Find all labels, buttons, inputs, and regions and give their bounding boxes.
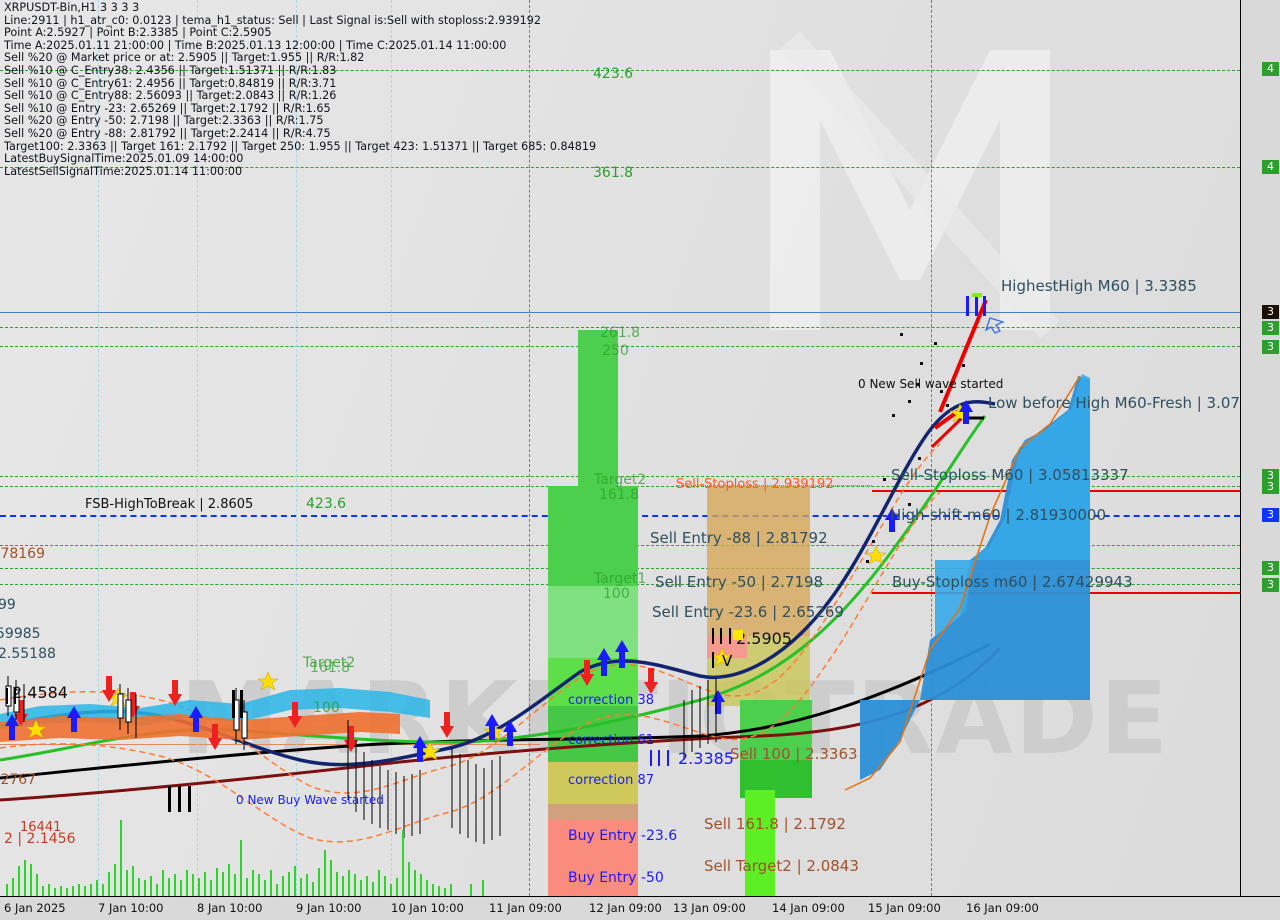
- price-tag-1[interactable]: 4: [1262, 160, 1279, 174]
- price-tag-4[interactable]: 3: [1262, 340, 1279, 354]
- label-clip-2-55188: 2.55188: [0, 646, 56, 662]
- time-tick-7: 13 Jan 09:00: [673, 901, 746, 915]
- time-tick-2: 8 Jan 10:00: [197, 901, 263, 915]
- info-line-1: Point A:2.5927 | Point B:2.3385 | Point …: [4, 26, 272, 40]
- info-line-12: LatestSellSignalTime:2025.01.14 11:00:00: [4, 164, 243, 178]
- label-clip-99: 99: [0, 597, 16, 613]
- chart-plot-area[interactable]: MARKETIQTRADE 423.6 361.8 261.8 250 423.…: [0, 0, 1240, 896]
- price-tag-2[interactable]: 3: [1262, 305, 1279, 319]
- price-tag-7[interactable]: 3: [1262, 508, 1279, 522]
- price-tag-9[interactable]: 3: [1262, 578, 1279, 592]
- price-scale[interactable]: 4 4 3 3 3 3 3 3 3 3: [1240, 0, 1280, 896]
- cursor-arrow-icon: [984, 317, 1005, 334]
- time-tick-3: 9 Jan 10:00: [296, 901, 362, 915]
- info-line-11: LatestBuySignalTime:2025.01.09 14:00:00: [4, 152, 244, 166]
- time-scale[interactable]: 6 Jan 2025 7 Jan 10:00 8 Jan 10:00 9 Jan…: [0, 896, 1280, 920]
- chart-info-panel: XRPUSDT-Bin,H1 3 3 3 3 Line:2911 | h1_at…: [4, 1, 596, 178]
- info-line-6: Sell %10 @ C_Entry88: 2.56093 || Target:…: [4, 89, 337, 103]
- time-tick-6: 12 Jan 09:00: [589, 901, 662, 915]
- time-tick-0: 6 Jan 2025: [4, 901, 66, 915]
- label-clip-2-4584: 2.4584: [12, 683, 68, 702]
- svg-text:V: V: [722, 652, 733, 670]
- price-tag-3[interactable]: 3: [1262, 321, 1279, 335]
- chart-symbol-title: XRPUSDT-Bin,H1 3 3 3 3: [4, 1, 140, 14]
- time-tick-10: 16 Jan 09:00: [966, 901, 1039, 915]
- time-tick-1: 7 Jan 10:00: [98, 901, 164, 915]
- label-clip-59985: 59985: [0, 626, 41, 642]
- label-clip-2-1456: 2 | 2.1456: [4, 831, 76, 847]
- time-tick-5: 11 Jan 09:00: [489, 901, 562, 915]
- time-tick-4: 10 Jan 10:00: [391, 901, 464, 915]
- time-tick-9: 15 Jan 09:00: [868, 901, 941, 915]
- price-tag-6[interactable]: 3: [1262, 480, 1279, 494]
- label-clip-2-2767: .2767: [0, 772, 37, 788]
- label-clip-78169: .78169: [0, 546, 45, 562]
- trading-chart-window: MARKETIQTRADE 423.6 361.8 261.8 250 423.…: [0, 0, 1280, 920]
- info-line-9: Sell %20 @ Entry -88: 2.81792 || Target:…: [4, 126, 331, 140]
- time-tick-8: 14 Jan 09:00: [772, 901, 845, 915]
- price-tag-0[interactable]: 4: [1262, 62, 1279, 76]
- price-tag-8[interactable]: 3: [1262, 561, 1279, 575]
- info-line-4: Sell %10 @ C_Entry38: 2.4356 || Target:1…: [4, 63, 337, 77]
